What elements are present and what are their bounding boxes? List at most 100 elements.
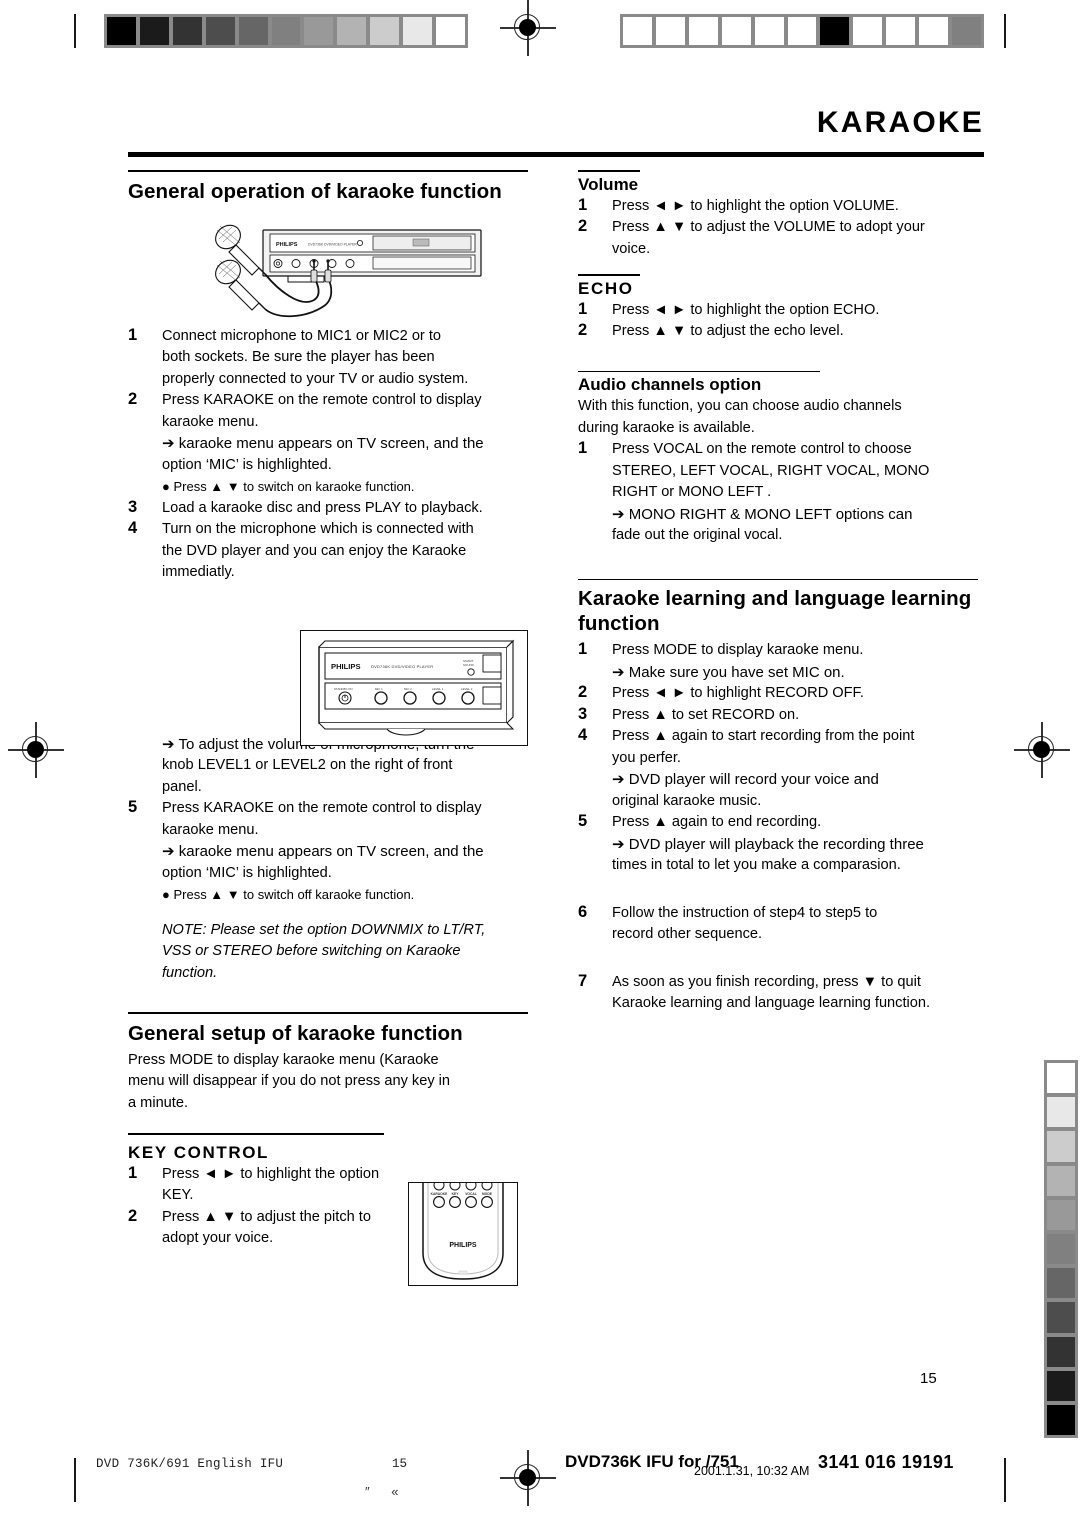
- arrow-note-line: ➔ DVD player will playback the recording…: [612, 835, 924, 853]
- calibration-swatch: [886, 17, 916, 45]
- list-item: 2 Press ▲ ▼ to adjust the pitch to adopt…: [128, 1207, 410, 1250]
- intro-line: With this function, you can choose audio…: [578, 398, 902, 415]
- registration-mark-bottom-center: [500, 1450, 556, 1506]
- step-number: 2: [578, 217, 588, 236]
- step-number: 4: [128, 519, 138, 538]
- arrow-note-line: ➔ DVD player will record your voice and: [612, 771, 879, 789]
- svg-text:STANDBY-ON: STANDBY-ON: [334, 687, 352, 691]
- crop-mark-bottom-left-v: [74, 1458, 76, 1502]
- step-number: 1: [578, 299, 588, 318]
- steps-audio-channels: 1 Press VOCAL on the remote control to c…: [578, 439, 978, 504]
- step-text-line: Press ▲ again to start recording from th…: [612, 728, 915, 745]
- intro-line: Press MODE to display karaoke menu (Kara…: [128, 1051, 439, 1068]
- calibration-swatch: [721, 17, 751, 45]
- heading-general-setup: General setup of karaoke function: [128, 1021, 463, 1045]
- svg-text:MODE: MODE: [482, 1192, 493, 1196]
- note-line: function.: [162, 964, 218, 981]
- section-rule-karaoke-learning: [578, 578, 978, 581]
- calibration-swatch: [919, 17, 949, 45]
- calibration-swatch: [139, 17, 169, 45]
- steps-echo: 1 Press ◄ ► to highlight the option ECHO…: [578, 300, 978, 343]
- step-text-line: Load a karaoke disc and press PLAY to pl…: [162, 499, 483, 516]
- step-text-line: Press KARAOKE on the remote control to d…: [162, 392, 482, 409]
- steps-key-control: 1 Press ◄ ► to highlight the option KEY.…: [128, 1164, 410, 1250]
- calibration-swatch: [1047, 1268, 1075, 1299]
- svg-text:KARAOKE: KARAOKE: [431, 1192, 448, 1196]
- footer-document-label: DVD 736K/691 English IFU: [96, 1457, 284, 1471]
- svg-text:DVD736K DVD/VIDEO PLAYER: DVD736K DVD/VIDEO PLAYER: [371, 664, 433, 669]
- svg-text:VOCAL: VOCAL: [465, 1192, 477, 1196]
- arrow-note-line: option ‘MIC’ is highlighted.: [162, 456, 332, 473]
- arrow-note-line: times in total to let you make a compara…: [612, 857, 901, 874]
- calibration-swatch: [403, 17, 433, 45]
- intro-line: a minute.: [128, 1094, 189, 1111]
- grayscale-calibration-bar-right-edge: [1044, 1060, 1078, 1438]
- page-title: KARAOKE: [816, 106, 984, 139]
- registration-mark-top-center: [500, 0, 556, 56]
- list-item: 2 Press KARAOKE on the remote control to…: [128, 390, 528, 433]
- calibration-swatch: [754, 17, 784, 45]
- calibration-swatch: [107, 17, 136, 45]
- arrow-note-line: ➔ MONO RIGHT & MONO LEFT options can: [612, 505, 913, 523]
- general-setup-intro: Press MODE to display karaoke menu (Kara…: [128, 1050, 528, 1115]
- step-text-line: Press ▲ ▼ to adjust the echo level.: [612, 323, 844, 340]
- step-number: 2: [578, 321, 588, 340]
- steps-general-operation-cont: 5 Press KARAOKE on the remote control to…: [128, 798, 528, 841]
- footer-print-marks: ″ «: [365, 1484, 408, 1499]
- step-text-line: Press ▲ ▼ to adjust the pitch to: [162, 1208, 371, 1225]
- list-item: 2 Press ▲ ▼ to adjust the echo level.: [578, 321, 978, 343]
- section-rule-general-operation: [128, 170, 528, 172]
- calibration-swatch: [655, 17, 685, 45]
- step-number: 1: [578, 640, 588, 659]
- step-number: 2: [128, 390, 138, 409]
- arrow-note-line: ➔ karaoke menu appears on TV screen, and…: [162, 435, 484, 453]
- crop-mark-top-left-v: [74, 14, 76, 48]
- step-text-line: Karaoke learning and language learning f…: [612, 995, 931, 1012]
- steps-karaoke-learning-cont: 2 Press ◄ ► to highlight RECORD OFF. 3 P…: [578, 683, 978, 769]
- step-number: 3: [128, 497, 138, 516]
- calibration-swatch: [787, 17, 817, 45]
- calibration-swatch: [1047, 1165, 1075, 1196]
- steps-karaoke-learning-cont4: 7 As soon as you finish recording, press…: [578, 972, 978, 1015]
- list-item: 3 Load a karaoke disc and press PLAY to …: [128, 498, 528, 520]
- title-rule: [128, 152, 984, 157]
- step-text-line: you perfer.: [612, 749, 681, 766]
- subsection-rule-audio-channels: [578, 370, 820, 373]
- calibration-swatch: [337, 17, 367, 45]
- svg-text:KEY: KEY: [452, 1192, 460, 1196]
- calibration-bar-top-right: [620, 14, 984, 48]
- calibration-swatch: [820, 17, 850, 45]
- list-item: 1 Press MODE to display karaoke menu.: [578, 640, 978, 662]
- list-item: 1 Connect microphone to MIC1 or MIC2 or …: [128, 326, 528, 391]
- step-number: 5: [578, 812, 588, 831]
- calibration-swatch: [853, 17, 883, 45]
- step-number: 6: [578, 902, 588, 921]
- arrow-note-line: ➔ karaoke menu appears on TV screen, and…: [162, 843, 484, 861]
- front-panel-illustration: PHILIPS DVD736K DVD/VIDEO PLAYER SMART S…: [318, 639, 515, 736]
- list-item: 5 Press ▲ again to end recording.: [578, 812, 978, 834]
- calibration-swatch: [1047, 1336, 1075, 1367]
- step-text-line: Press ▲ again to end recording.: [612, 814, 822, 831]
- calibration-swatch: [1047, 1370, 1075, 1401]
- step-text-line: voice.: [612, 240, 651, 257]
- step-number: 2: [128, 1206, 138, 1225]
- calibration-swatch: [1047, 1131, 1075, 1162]
- list-item: 1 Press ◄ ► to highlight the option ECHO…: [578, 300, 978, 322]
- subsection-rule-key-control: [128, 1133, 384, 1135]
- step-text-line: properly connected to your TV or audio s…: [162, 370, 469, 387]
- calibration-swatch: [688, 17, 718, 45]
- mic-player-illustration: PHILIPS DVD736K DVD/VIDEO PLAYER: [215, 224, 482, 317]
- step-text-line: karaoke menu.: [162, 413, 259, 430]
- calibration-swatch: [205, 17, 235, 45]
- step-number: 1: [128, 1163, 138, 1182]
- step-text-line: record other sequence.: [612, 926, 763, 943]
- arrow-note-line: ➔ Make sure you have set MIC on.: [612, 663, 845, 681]
- list-item: 6 Follow the instruction of step4 to ste…: [578, 903, 978, 946]
- list-item: 5 Press KARAOKE on the remote control to…: [128, 798, 528, 841]
- calibration-swatch: [304, 17, 334, 45]
- crop-mark-top-right-v: [1004, 14, 1006, 48]
- step-text-line: both sockets. Be sure the player has bee…: [162, 349, 435, 366]
- steps-general-operation: 1 Connect microphone to MIC1 or MIC2 or …: [128, 326, 528, 584]
- calibration-swatch: [370, 17, 400, 45]
- intro-line: during karaoke is available.: [578, 419, 755, 436]
